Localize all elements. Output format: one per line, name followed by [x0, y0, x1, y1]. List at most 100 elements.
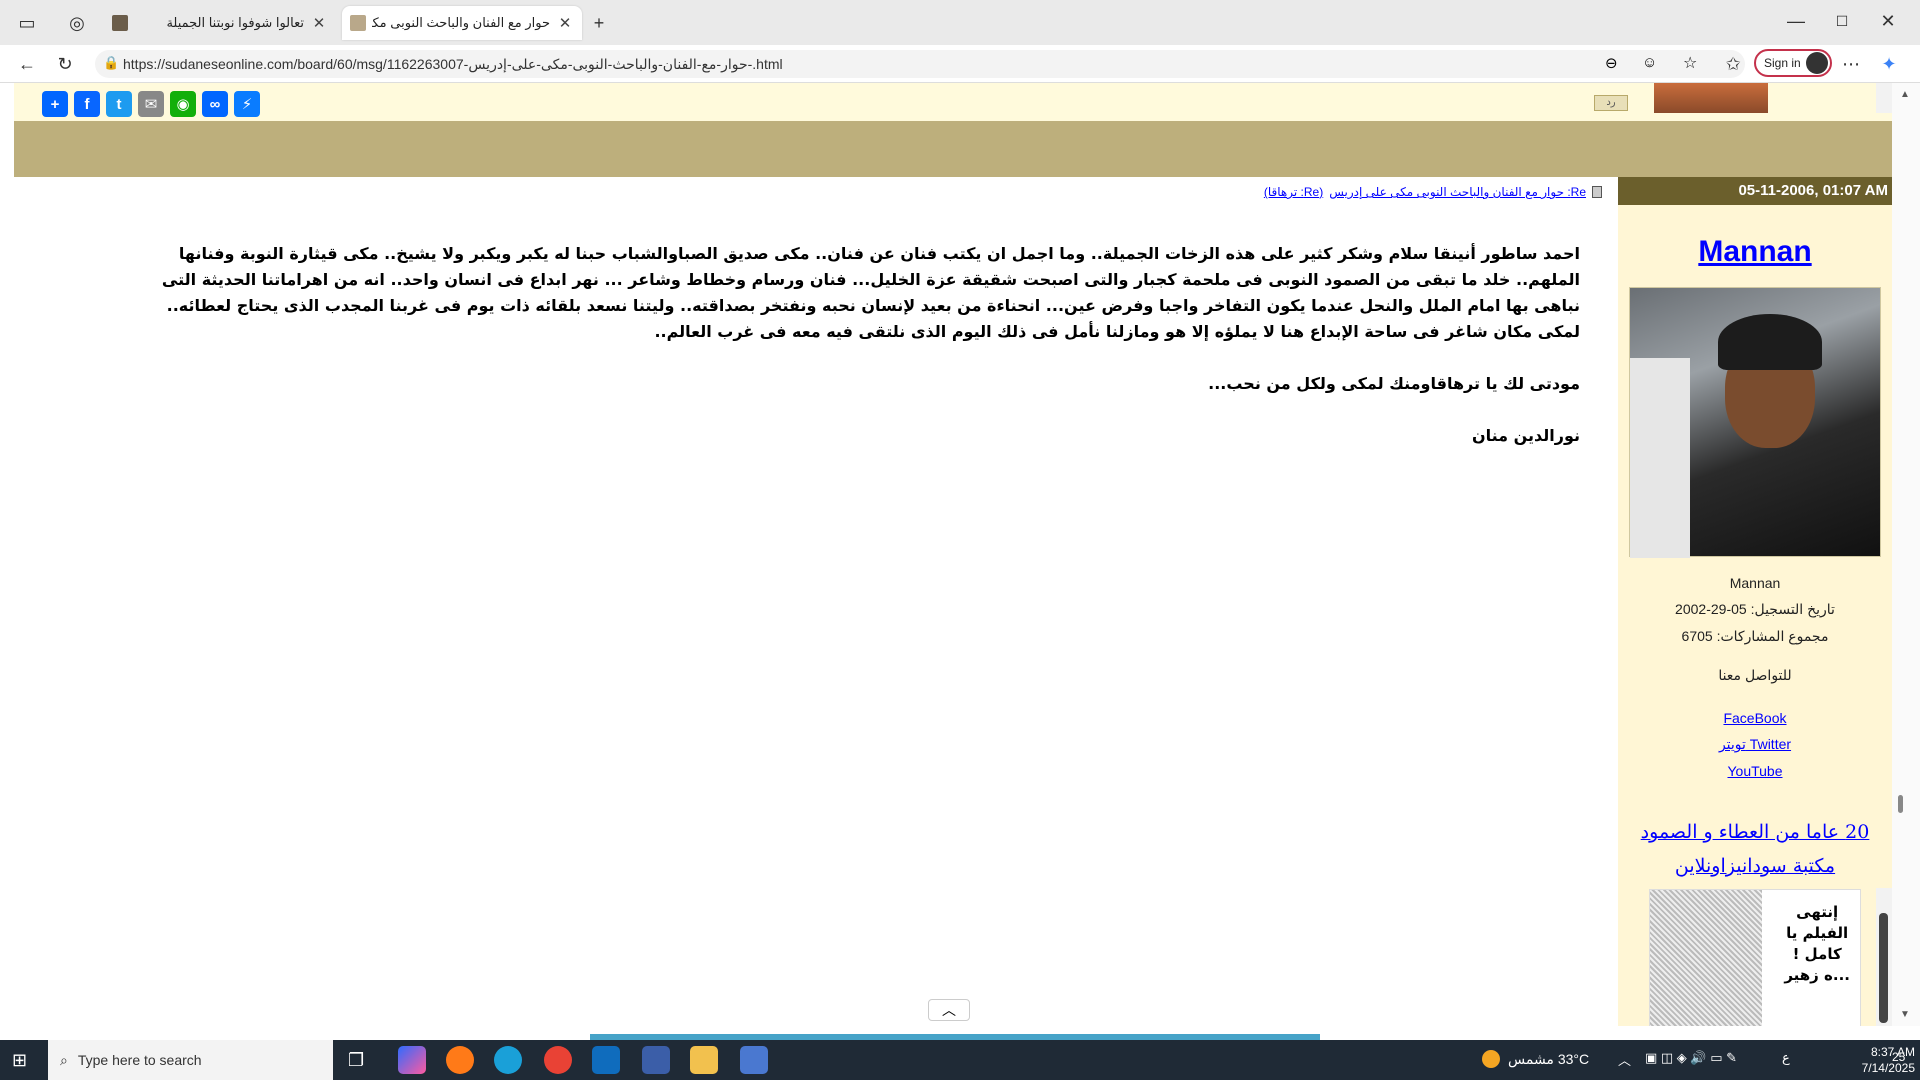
taskbar: ⊞ ⌕ Type here to search ❐ 33°C مشمس ︿ ▣ …	[0, 1040, 1920, 1080]
whatsapp-icon[interactable]: ◉	[170, 91, 196, 117]
page-scroll-thumb[interactable]	[1898, 795, 1903, 813]
tab-1[interactable]: تعالوا شوفوا نوبتنا الجميلة ✕	[104, 6, 336, 40]
weather-text: 33°C مشمس	[1508, 1050, 1590, 1067]
tab-strip: ▭ ◎ تعالوا شوفوا نوبتنا الجميلة ✕ حوار م…	[0, 0, 1920, 45]
ad-image-text: إنتهى الفيلم يا كامل ! ...ه زهير	[1784, 902, 1850, 986]
copy-link-icon[interactable]: ∞	[202, 91, 228, 117]
minimize-icon[interactable]: —	[1785, 10, 1807, 32]
close-window-icon[interactable]: ✕	[1877, 10, 1899, 32]
windows-start-icon[interactable]: ⊞	[12, 1050, 27, 1071]
edge-icon[interactable]	[494, 1046, 522, 1074]
message-link-suffix[interactable]: (Re: ترهاقا)	[1264, 185, 1323, 199]
app-icon[interactable]	[642, 1046, 670, 1074]
tray-chevron-icon[interactable]: ︿	[1618, 1050, 1631, 1069]
taskbar-search[interactable]: ⌕ Type here to search	[48, 1040, 333, 1080]
sun-icon	[1482, 1050, 1500, 1068]
twitter-icon[interactable]: t	[106, 91, 132, 117]
sketch-portrait	[1650, 890, 1762, 1026]
author-photo	[1629, 287, 1881, 558]
sign-in-button[interactable]: Sign in	[1754, 49, 1832, 77]
firefox-icon[interactable]	[446, 1046, 474, 1074]
tab-favicon-icon	[350, 15, 366, 31]
author-sidebar: Mannan Mannan تاريخ التسجيل: 05-29-2002 …	[1618, 205, 1892, 1026]
message-header: Re: حوار مع الفنان والباحث النوبى مكى عل…	[14, 177, 1618, 205]
refresh-icon[interactable]: ↻	[54, 53, 76, 75]
facebook-link[interactable]: FaceBook	[1618, 710, 1892, 726]
clock[interactable]: 8:37 AM 7/14/2025	[1855, 1044, 1915, 1076]
outlook-icon[interactable]	[592, 1046, 620, 1074]
registration-date: تاريخ التسجيل: 05-29-2002	[1675, 601, 1835, 617]
ad-link[interactable]: 20 عاما من العطاء و الصمود مكتبة سودانيز…	[1618, 815, 1892, 883]
author-name-link[interactable]: Mannan	[1618, 235, 1892, 269]
copilot-app-icon[interactable]	[398, 1046, 426, 1074]
store-icon[interactable]	[740, 1046, 768, 1074]
address-bar[interactable]: 🔒 https://sudaneseonline.com/board/60/ms…	[95, 50, 1745, 78]
post-paragraph: مودتى لك يا ترهاقاومنك لمكى ولكل من نحب.…	[1208, 374, 1580, 393]
address-toolbar: ← ↻ 🔒 https://sudaneseonline.com/board/6…	[0, 45, 1920, 83]
chrome-icon[interactable]	[544, 1046, 572, 1074]
page-scrollbar[interactable]: ▲ ▼	[1892, 83, 1920, 1026]
post-body: احمد ساطور أنينقا سلام وشكر كثير على هذه…	[120, 241, 1580, 475]
author-name: Mannan	[1729, 575, 1781, 591]
messenger-icon[interactable]: ⚡	[234, 91, 260, 117]
photo-door	[1630, 358, 1690, 558]
file-explorer-icon[interactable]	[690, 1046, 718, 1074]
maximize-icon[interactable]: ☐	[1831, 10, 1853, 32]
photo-cap	[1718, 314, 1822, 370]
lock-icon: 🔒	[103, 55, 120, 70]
post-signature: نورالدين منان	[1471, 426, 1580, 445]
post-date: 05-11-2006, 01:07 AM	[1618, 177, 1892, 205]
tab-actions-icon[interactable]: ▭	[16, 12, 38, 34]
notifications-badge[interactable]: 25	[1892, 1050, 1905, 1064]
zoom-icon[interactable]: ⊖	[1605, 54, 1618, 72]
clock-date: 7/14/2025	[1861, 1061, 1915, 1075]
tray-icons[interactable]: ▣ ◫ ◈ 🔊 ▭ ✎	[1645, 1050, 1737, 1066]
tab-close-icon[interactable]: ✕	[556, 14, 574, 32]
facebook-icon[interactable]: f	[74, 91, 100, 117]
reply-button[interactable]: رد	[1594, 95, 1628, 111]
share-bar: + f t ✉ ◉ ∞ ⚡	[42, 91, 260, 117]
ad-text-line: ...ه زهير	[1784, 966, 1850, 984]
favorites-icon[interactable]: ✩	[1722, 53, 1744, 75]
weather-widget[interactable]: 33°C مشمس	[1482, 1050, 1589, 1068]
clock-time: 8:37 AM	[1870, 1045, 1915, 1059]
post-count: مجموع المشاركات: 6705	[1681, 628, 1829, 644]
scroll-to-top-button[interactable]: ︿	[928, 999, 970, 1021]
document-icon	[1592, 186, 1602, 198]
input-language-icon[interactable]: ع	[1782, 1050, 1790, 1066]
workspaces-icon[interactable]: ◎	[66, 12, 88, 34]
inner-scrollbar-top[interactable]	[1876, 83, 1892, 113]
ad-line-1[interactable]: 20 عاما من العطاء و الصمود	[1618, 815, 1892, 849]
top-band: + f t ✉ ◉ ∞ ⚡ رد	[14, 83, 1892, 121]
back-icon[interactable]: ←	[16, 53, 38, 75]
tab-title: حوار مع الفنان والباحث النوبى مكى	[372, 15, 550, 30]
tab-2[interactable]: حوار مع الفنان والباحث النوبى مكى ✕	[342, 6, 582, 40]
new-tab-icon[interactable]: +	[588, 12, 610, 34]
share-add-icon[interactable]: +	[42, 91, 68, 117]
ad-line-2[interactable]: مكتبة سودانيزاونلاين	[1618, 849, 1892, 883]
ad-text-line: إنتهى	[1796, 903, 1839, 921]
inner-scroll-thumb[interactable]	[1879, 913, 1888, 1023]
twitter-link[interactable]: تويتر Twitter	[1618, 736, 1892, 753]
message-link[interactable]: Re: حوار مع الفنان والباحث النوبى مكى عل…	[1329, 185, 1586, 199]
ad-image[interactable]: إنتهى الفيلم يا كامل ! ...ه زهير	[1649, 889, 1861, 1026]
reader-icon[interactable]: ☺	[1642, 54, 1657, 71]
tab-favicon-icon	[112, 15, 128, 31]
ad-text-line: الفيلم يا	[1786, 924, 1849, 942]
url-text: https://sudaneseonline.com/board/60/msg/…	[123, 55, 783, 72]
copilot-icon[interactable]: ✦	[1878, 53, 1900, 75]
task-view-icon[interactable]: ❐	[348, 1050, 364, 1071]
youtube-link[interactable]: YouTube	[1618, 763, 1892, 779]
contact-label: للتواصل معنا	[1718, 667, 1792, 683]
previous-post-avatar	[1654, 83, 1768, 113]
message-link-row: Re: حوار مع الفنان والباحث النوبى مكى عل…	[1264, 185, 1602, 199]
more-icon[interactable]: ⋯	[1840, 53, 1862, 75]
favorite-star-icon[interactable]: ☆	[1683, 53, 1697, 73]
email-icon[interactable]: ✉	[138, 91, 164, 117]
avatar	[1806, 52, 1828, 74]
tab-close-icon[interactable]: ✕	[310, 14, 328, 32]
search-placeholder: Type here to search	[77, 1052, 202, 1068]
scroll-down-icon[interactable]: ▼	[1900, 1009, 1910, 1020]
scroll-up-icon[interactable]: ▲	[1900, 89, 1910, 100]
search-icon: ⌕	[60, 1051, 68, 1068]
